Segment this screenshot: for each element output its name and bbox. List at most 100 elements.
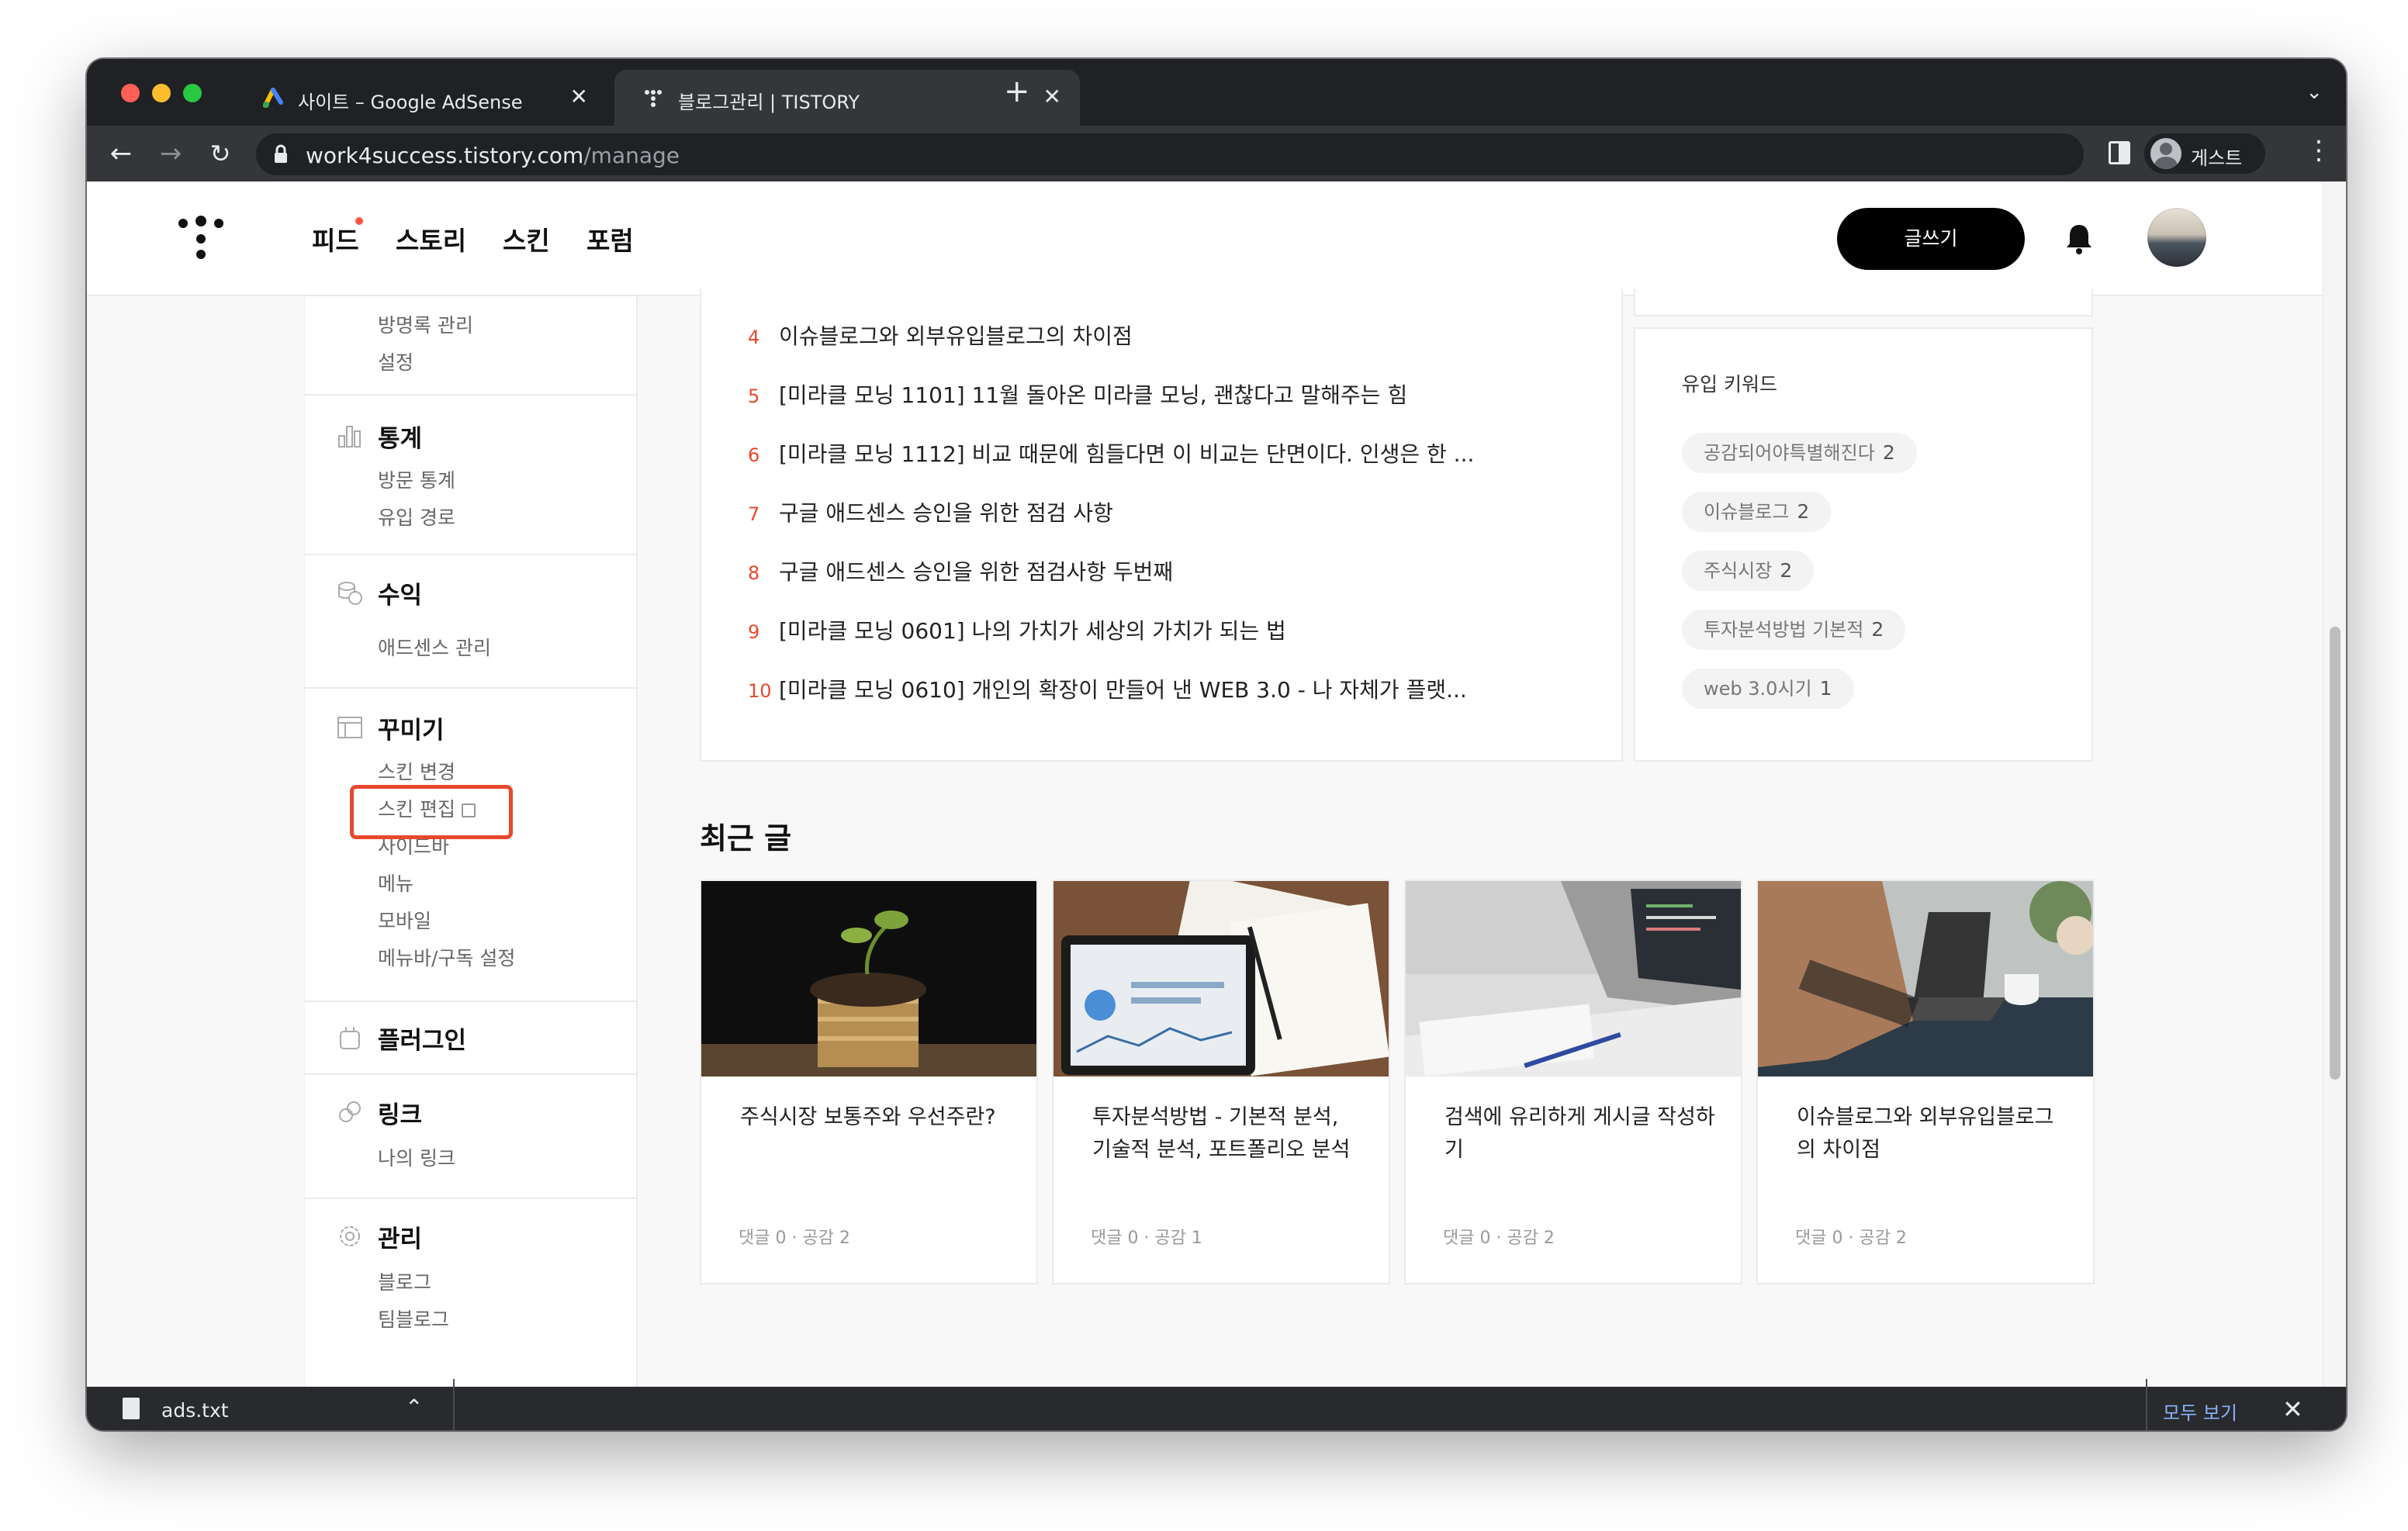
tab-strip: 사이트 – Google AdSense ✕ 블로그관리 | TISTORY ✕…: [87, 59, 2346, 126]
close-window-button[interactable]: [121, 84, 140, 102]
post-link[interactable]: 구글 애드센스 승인을 위한 점검사항 두번째: [779, 559, 1173, 585]
write-post-button[interactable]: 글쓰기: [1837, 208, 2025, 270]
sidebar-heading-manage[interactable]: 관리: [378, 1219, 422, 1254]
sidebar-item-visit-stats[interactable]: 방문 통계: [378, 465, 455, 493]
sidebar-item-blog[interactable]: 블로그: [378, 1267, 431, 1295]
post-link[interactable]: [미라클 모닝 1112] 비교 때문에 힘들다면 이 비교는 단면이다. 인생…: [779, 441, 1474, 467]
sidebar-item-referrers[interactable]: 유입 경로: [378, 503, 455, 530]
sidebar-heading-link[interactable]: 링크: [378, 1095, 422, 1130]
post-title[interactable]: 투자분석방법 - 기본적 분석, 기술적 분석, 포트폴리오 분석: [1092, 1101, 1364, 1166]
post-title[interactable]: 주식시장 보통주와 우선주란?: [740, 1101, 1012, 1134]
list-item[interactable]: 4 이슈블로그와 외부유입블로그의 차이점: [748, 320, 1133, 351]
minimize-window-button[interactable]: [152, 84, 171, 102]
tistory-icon: [645, 90, 662, 107]
post-link[interactable]: [미라클 모닝 0610] 개인의 확장이 만들어 낸 WEB 3.0 - 나 …: [779, 677, 1467, 703]
page-scrollbar[interactable]: [2323, 181, 2346, 1387]
nav-story[interactable]: 스토리: [396, 220, 466, 257]
show-all-downloads-button[interactable]: 모두 보기: [2163, 1398, 2237, 1425]
tab-adsense[interactable]: 사이트 – Google AdSense ✕: [234, 70, 607, 126]
keyword-chip[interactable]: web 3.0시기 1: [1682, 669, 1854, 709]
keyword-count: 2: [1871, 618, 1884, 641]
reload-button[interactable]: ↻: [202, 135, 239, 172]
keyword-chip[interactable]: 주식시장 2: [1682, 551, 1815, 591]
sidebar-item-adsense[interactable]: 애드센스 관리: [378, 633, 491, 661]
close-tab-icon[interactable]: ✕: [1043, 84, 1061, 109]
post-card[interactable]: 검색에 유리하게 게시글 작성하기 댓글 0 · 공감 2: [1404, 880, 1742, 1284]
post-link[interactable]: [미라클 모닝 0601] 나의 가치가 세상의 가치가 되는 법: [779, 618, 1286, 644]
keyword-label: 주식시장: [1704, 560, 1773, 582]
sidebar-item-menu[interactable]: 메뉴: [378, 869, 413, 897]
post-card[interactable]: 주식시장 보통주와 우선주란? 댓글 0 · 공감 2: [700, 880, 1038, 1284]
address-bar[interactable]: work4success.tistory.com/manage: [256, 133, 2084, 175]
tistory-logo-icon[interactable]: [178, 216, 225, 262]
browser-menu-icon[interactable]: ⋮: [2306, 135, 2332, 166]
tab-search-icon[interactable]: ⌄: [2306, 81, 2323, 104]
sidebar-heading-stats[interactable]: 통계: [378, 419, 422, 454]
side-panel-icon[interactable]: [2109, 141, 2130, 164]
sidebar-heading-design[interactable]: 꾸미기: [378, 710, 445, 745]
post-thumbnail: [1758, 881, 2093, 1077]
back-button[interactable]: ←: [102, 135, 140, 172]
new-tab-button[interactable]: +: [1004, 76, 1030, 107]
list-item[interactable]: 9 [미라클 모닝 0601] 나의 가치가 세상의 가치가 되는 법: [748, 614, 1286, 645]
keyword-chip[interactable]: 공감되어야특별해진다 2: [1682, 433, 1917, 473]
post-link[interactable]: [미라클 모닝 1101] 11월 돌아온 미라클 모닝, 괜찮다고 말해주는 …: [779, 382, 1407, 408]
list-item[interactable]: 7 구글 애드센스 승인을 위한 점검 사항: [748, 496, 1113, 527]
rank-number: 7: [748, 503, 760, 525]
bell-icon[interactable]: [2064, 222, 2095, 256]
post-thumbnail: [1054, 881, 1389, 1077]
close-tab-icon[interactable]: ✕: [570, 84, 588, 109]
download-bar: ads.txt ⌃ 모두 보기 ✕: [87, 1379, 2346, 1430]
download-filename[interactable]: ads.txt: [161, 1399, 229, 1422]
post-link[interactable]: 구글 애드센스 승인을 위한 점검 사항: [779, 500, 1113, 526]
keyword-count: 2: [1882, 441, 1895, 464]
nav-feed[interactable]: 피드: [312, 220, 359, 257]
sidebar-section-link: 링크 나의 링크: [305, 1073, 636, 1197]
manage-sidebar: 방명록 관리 설정 통계 방문 통계 유입 경로 수익 애드센스 관리 꾸미기 …: [304, 296, 638, 1387]
sidebar-item-menubar[interactable]: 메뉴바/구독 설정: [378, 943, 515, 971]
sidebar-item-guestbook[interactable]: 방명록 관리: [378, 310, 473, 338]
post-meta: 댓글 0 · 공감 2: [1795, 1229, 1907, 1248]
bar-chart-icon: [338, 426, 361, 448]
user-avatar[interactable]: [2147, 208, 2206, 267]
rank-number: 8: [748, 562, 760, 584]
post-card[interactable]: 투자분석방법 - 기본적 분석, 기술적 분석, 포트폴리오 분석 댓글 0 ·…: [1052, 880, 1390, 1284]
forward-button[interactable]: →: [152, 135, 189, 172]
nav-skin[interactable]: 스킨: [503, 220, 550, 257]
keyword-chip[interactable]: 이슈블로그 2: [1682, 492, 1832, 532]
sidebar-heading-plugin[interactable]: 플러그인: [378, 1021, 466, 1056]
post-card[interactable]: 이슈블로그와 외부유입블로그의 차이점 댓글 0 · 공감 2: [1756, 880, 2095, 1284]
sidebar-item-skin-change[interactable]: 스킨 변경: [378, 757, 455, 785]
adsense-icon: [263, 88, 283, 108]
sidebar-section-revenue: 수익 애드센스 관리: [305, 554, 636, 687]
profile-button[interactable]: 게스트: [2144, 133, 2265, 174]
sidebar-section-manage: 관리 블로그 팀블로그: [305, 1197, 636, 1387]
zoom-window-button[interactable]: [183, 84, 202, 102]
browser-toolbar: ← → ↻ work4success.tistory.com/manage 게스…: [87, 126, 2346, 181]
nav-forum[interactable]: 포럼: [586, 220, 634, 257]
tistory-header: 피드 스토리 스킨 포럼 글쓰기: [87, 181, 2323, 296]
list-item[interactable]: 10 [미라클 모닝 0610] 개인의 확장이 만들어 낸 WEB 3.0 - …: [748, 673, 1467, 704]
sidebar-heading-revenue[interactable]: 수익: [378, 575, 422, 610]
tab-title: 사이트 – Google AdSense: [298, 92, 523, 113]
browser-window: 사이트 – Google AdSense ✕ 블로그관리 | TISTORY ✕…: [87, 59, 2346, 1430]
close-download-bar-icon[interactable]: ✕: [2282, 1394, 2303, 1424]
list-item[interactable]: 6 [미라클 모닝 1112] 비교 때문에 힘들다면 이 비교는 단면이다. 인…: [748, 437, 1474, 468]
sidebar-item-mobile[interactable]: 모바일: [378, 906, 431, 934]
sidebar-item-settings[interactable]: 설정: [378, 347, 413, 375]
keyword-chip[interactable]: 투자분석방법 기본적 2: [1682, 610, 1906, 650]
post-title[interactable]: 이슈블로그와 외부유입블로그의 차이점: [1797, 1101, 2068, 1166]
page-viewport: 피드 스토리 스킨 포럼 글쓰기 방명록 관리 설정 통계 방문 통계 유입 경…: [87, 181, 2346, 1387]
feed-new-badge: [355, 217, 363, 225]
sidebar-item-my-links[interactable]: 나의 링크: [378, 1143, 455, 1171]
list-item[interactable]: 8 구글 애드센스 승인을 위한 점검사항 두번째: [748, 555, 1173, 586]
lock-icon: [275, 144, 287, 163]
sidebar-item-team-blog[interactable]: 팀블로그: [378, 1305, 449, 1332]
scrollbar-thumb[interactable]: [2330, 627, 2341, 1080]
post-title[interactable]: 검색에 유리하게 게시글 작성하기: [1444, 1101, 1716, 1166]
chevron-up-icon[interactable]: ⌃: [405, 1394, 423, 1420]
post-meta: 댓글 0 · 공감 2: [1443, 1229, 1555, 1248]
list-item[interactable]: 5 [미라클 모닝 1101] 11월 돌아온 미라클 모닝, 괜찮다고 말해주는…: [748, 378, 1407, 410]
post-link[interactable]: 이슈블로그와 외부유입블로그의 차이점: [779, 323, 1133, 349]
rank-number: 9: [748, 621, 760, 643]
